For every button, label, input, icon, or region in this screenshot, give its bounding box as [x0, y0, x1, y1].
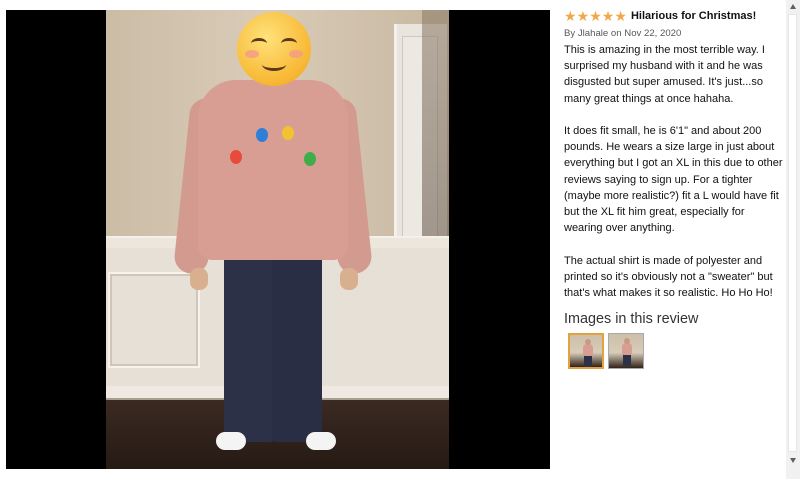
thumbnail-strip: [568, 333, 644, 369]
scroll-down-arrow-icon[interactable]: [790, 458, 796, 463]
star-icon: ★: [576, 8, 590, 24]
scroll-up-arrow-icon[interactable]: [790, 4, 796, 9]
images-heading: Images in this review: [564, 311, 699, 327]
review-body: This is amazing in the most terrible way…: [564, 42, 786, 317]
star-icon: ★: [601, 8, 615, 24]
review-title-row: ★ ★ ★ ★ ★ Hilarious for Christmas!: [564, 9, 756, 23]
review-paragraph: The actual shirt is made of polyester an…: [564, 254, 773, 300]
star-icon: ★: [614, 8, 627, 24]
review-photo[interactable]: [106, 10, 449, 469]
review-title: Hilarious for Christmas!: [630, 10, 757, 22]
star-rating: ★ ★ ★ ★ ★: [564, 9, 627, 23]
image-viewer: [0, 0, 550, 479]
star-icon: ★: [564, 8, 577, 24]
scrollbar-thumb[interactable]: [788, 14, 797, 452]
review-thumbnail[interactable]: [608, 333, 644, 369]
face-emoji-icon: [237, 12, 311, 86]
review-paragraph: This is amazing in the most terrible way…: [564, 44, 765, 105]
review-thumbnail[interactable]: [568, 333, 604, 369]
review-byline: By Jlahale on Nov 22, 2020: [564, 28, 682, 39]
review-paragraph: It does fit small, he is 6'1" and about …: [564, 125, 783, 235]
star-icon: ★: [589, 8, 602, 24]
